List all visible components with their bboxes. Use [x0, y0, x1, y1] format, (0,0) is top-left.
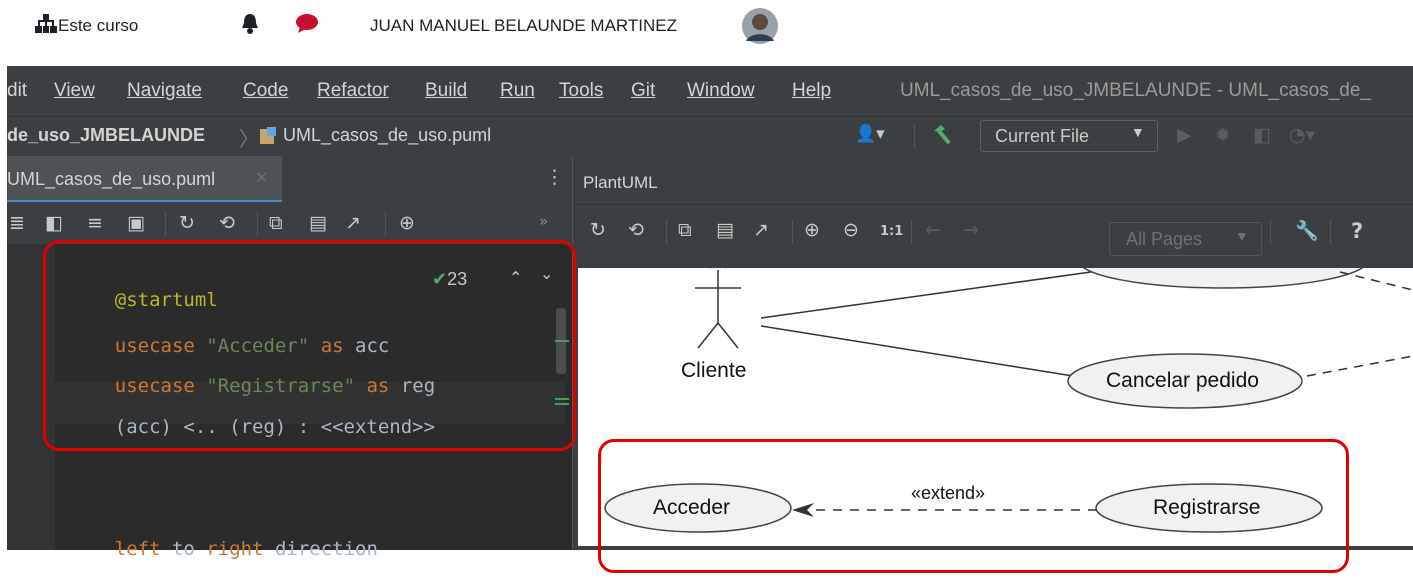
highlight-box-code: [43, 240, 576, 451]
refresh-icon[interactable]: ↻: [590, 219, 606, 241]
menu-code-label: Code: [243, 80, 289, 101]
dashed-line: [1339, 271, 1413, 291]
external-icon[interactable]: ↗: [345, 212, 361, 234]
zoom-reset-button[interactable]: 1:1: [880, 224, 903, 239]
save-icon[interactable]: ▤: [309, 212, 327, 234]
code-token: right: [206, 538, 264, 560]
run-config-select[interactable]: Current File ▼: [980, 120, 1158, 152]
puml-file-icon: [258, 126, 278, 150]
overflow-icon[interactable]: »: [539, 212, 548, 230]
menu-navigate[interactable]: Navigate: [127, 80, 202, 102]
wrench-icon[interactable]: 🔧: [1295, 219, 1319, 242]
menu-refactor[interactable]: Refactor: [317, 80, 389, 102]
code-token: direction: [263, 538, 378, 560]
menu-build[interactable]: Build: [425, 80, 467, 102]
usecase-ellipse: [1077, 231, 1369, 289]
menu-git-label: Git: [631, 80, 656, 101]
menu-help[interactable]: Help: [792, 80, 831, 102]
save-icon[interactable]: ▤: [716, 219, 734, 241]
run-icon[interactable]: ▶: [1177, 124, 1192, 146]
menu-tools[interactable]: Tools: [559, 80, 603, 102]
menu-code[interactable]: Code: [243, 80, 288, 102]
ide-menu-bar: dit View Navigate Code Refactor Build Ru…: [7, 66, 1413, 116]
menu-run[interactable]: Run: [500, 80, 535, 102]
actor-label: Cliente: [681, 359, 747, 382]
menu-view[interactable]: View: [54, 80, 95, 102]
menu-edit[interactable]: dit: [7, 80, 27, 102]
profile-icon[interactable]: ◔▾: [1289, 124, 1315, 146]
menu-navigate-label: Navigate: [127, 80, 202, 101]
breadcrumb-file[interactable]: UML_casos_de_uso.puml: [283, 125, 491, 146]
menu-tools-label: Tools: [559, 80, 604, 101]
tab-uml-file[interactable]: UML_casos_de_uso.puml ✕: [7, 156, 282, 202]
menu-view-label: View: [54, 80, 95, 101]
moodle-top-bar: Este curso JUAN MANUEL BELAUNDE MARTINEZ: [0, 0, 1413, 50]
user-name[interactable]: JUAN MANUEL BELAUNDE MARTINEZ: [370, 16, 677, 36]
menu-run-label: Run: [500, 80, 535, 101]
dashed-line: [1306, 355, 1413, 377]
association-line: [760, 325, 1074, 377]
actor-figure: [695, 264, 741, 349]
sync-icon[interactable]: ⟲: [628, 219, 644, 241]
editor-only-icon[interactable]: ≣: [9, 212, 25, 234]
text-view-icon[interactable]: ≡: [87, 212, 103, 234]
sitemap-icon[interactable]: [35, 14, 57, 38]
plantuml-toolbar-divider: [573, 204, 1413, 205]
build-hammer-icon[interactable]: [931, 123, 955, 151]
highlight-box-diagram: [598, 439, 1349, 573]
caret-down-icon: ▼: [1131, 124, 1145, 140]
message-icon[interactable]: [295, 14, 319, 38]
code-token: to: [160, 538, 207, 560]
sync-icon[interactable]: ⟲: [219, 212, 235, 234]
menu-git[interactable]: Git: [631, 80, 655, 102]
run-config-label: Current File: [995, 126, 1090, 146]
navigation-bar: de_uso_JMBELAUNDE 〉 UML_casos_de_uso.pum…: [7, 116, 1413, 157]
menu-window[interactable]: Window: [687, 80, 755, 102]
split-view-icon[interactable]: ◧: [45, 212, 63, 234]
course-link[interactable]: Este curso: [58, 16, 138, 36]
zoom-out-icon[interactable]: ⊖: [843, 219, 859, 241]
plantuml-tab-label[interactable]: PlantUML: [583, 173, 658, 193]
menu-refactor-label: Refactor: [317, 80, 389, 101]
image-view-icon[interactable]: ▣: [127, 212, 145, 234]
caret-down-icon: ▼: [1235, 228, 1249, 244]
code-line-5[interactable]: left to right direction: [69, 516, 378, 582]
help-button[interactable]: ?: [1351, 219, 1363, 243]
menu-help-label: Help: [792, 80, 832, 101]
external-icon[interactable]: ↗: [753, 219, 769, 241]
avatar[interactable]: [742, 8, 778, 48]
editor-toolbar: ≣ ◧ ≡ ▣ ↻ ⟲ ⧉ ▤ ↗ ⊕ »: [7, 204, 572, 244]
menu-window-label: Window: [687, 80, 755, 101]
tab-uml-file-label: UML_casos_de_uso.puml: [7, 169, 216, 189]
breadcrumb-project[interactable]: de_uso_JMBELAUNDE: [7, 125, 205, 146]
debug-icon[interactable]: ✹: [1215, 124, 1231, 146]
user-dropdown-icon[interactable]: 👤▾: [855, 124, 885, 144]
copy-icon[interactable]: ⧉: [269, 212, 283, 234]
arrow-right-icon[interactable]: →: [963, 219, 979, 241]
association-line: [760, 270, 1099, 319]
editor-tab-bar: UML_casos_de_uso.puml ✕ ⋮: [7, 156, 572, 205]
code-token: left: [114, 538, 161, 560]
zoom-in-icon[interactable]: ⊕: [399, 212, 415, 234]
bell-icon[interactable]: [240, 13, 260, 39]
window-title: UML_casos_de_uso_JMBELAUNDE - UML_casos_…: [900, 80, 1372, 101]
refresh-icon[interactable]: ↻: [179, 212, 195, 234]
chevron-right-icon: 〉: [239, 127, 259, 151]
coverage-icon[interactable]: ◧: [1253, 124, 1271, 146]
arrow-left-icon[interactable]: ←: [925, 219, 941, 241]
menu-build-label: Build: [425, 80, 468, 101]
copy-icon[interactable]: ⧉: [678, 219, 692, 241]
usecase-cancelar-label: Cancelar pedido: [1106, 369, 1259, 392]
pages-select-label: All Pages: [1126, 229, 1203, 249]
zoom-in-icon[interactable]: ⊕: [804, 219, 820, 241]
more-vertical-icon[interactable]: ⋮: [545, 166, 564, 188]
close-icon[interactable]: ✕: [255, 168, 268, 187]
pages-select[interactable]: All Pages ▼: [1109, 222, 1262, 256]
